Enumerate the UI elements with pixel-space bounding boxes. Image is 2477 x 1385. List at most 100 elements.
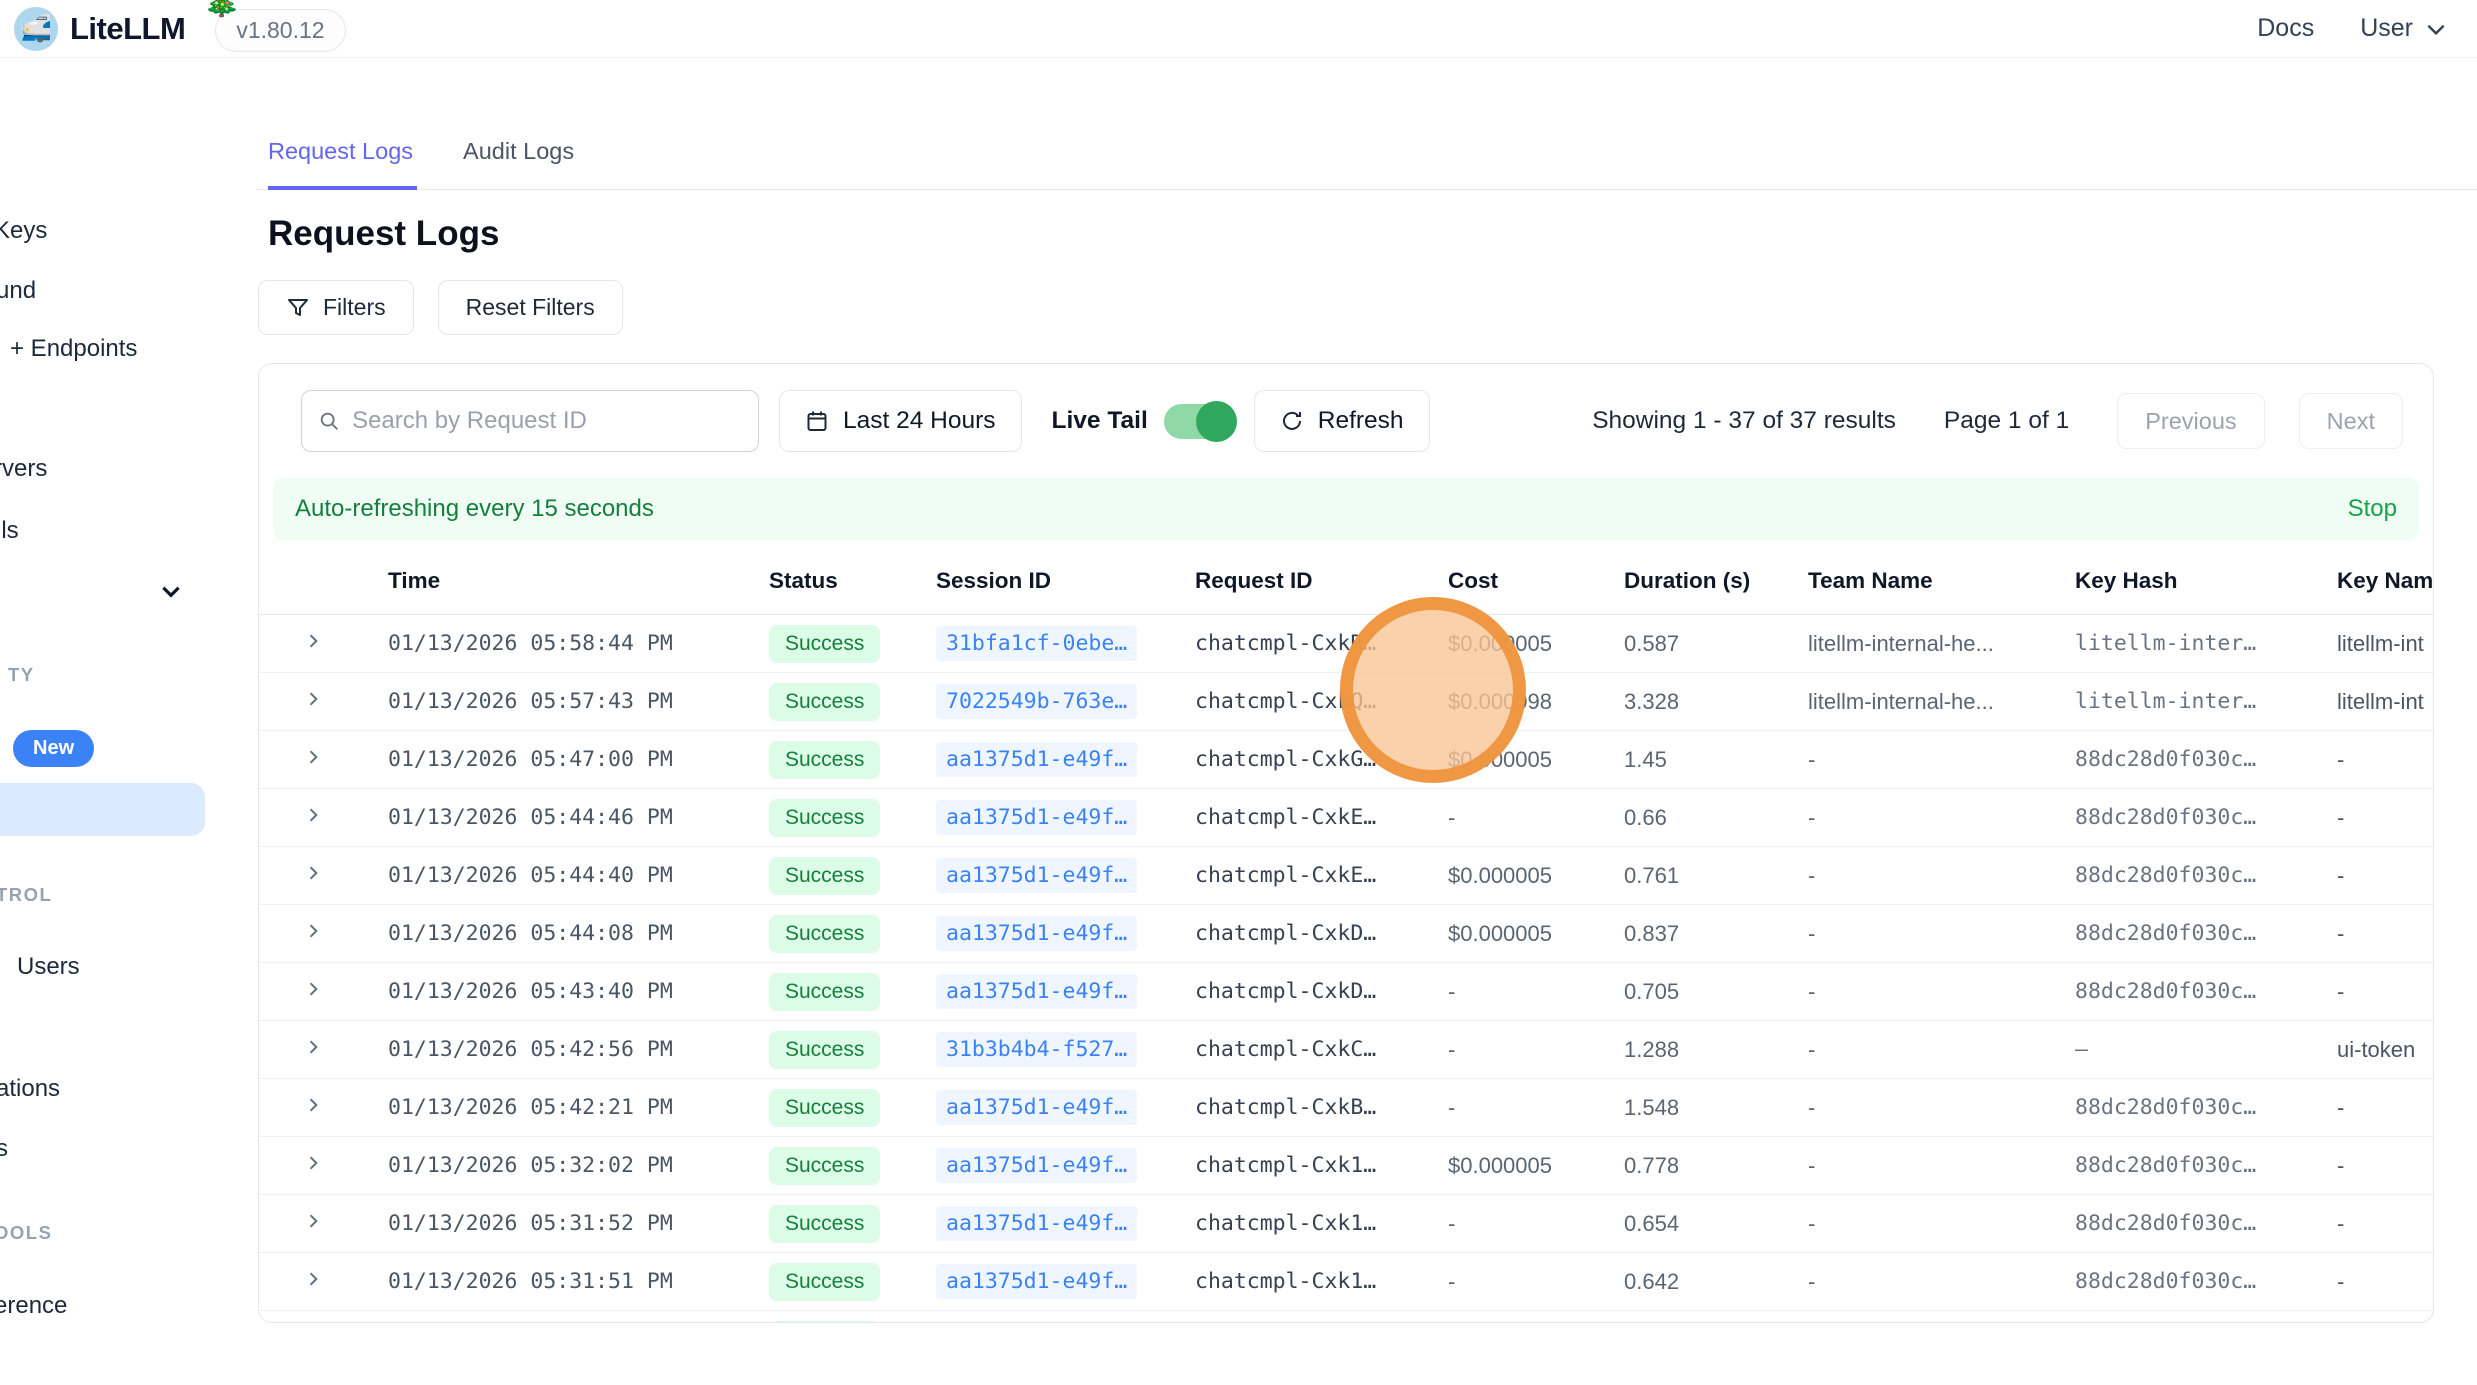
user-menu[interactable]: User: [2360, 14, 2449, 43]
session-id-link[interactable]: aa1375d1-e49f…: [936, 1264, 1137, 1299]
sidebar-item-keys[interactable]: Keys: [0, 217, 47, 245]
row-expand-chevron-icon[interactable]: [303, 1269, 323, 1289]
sidebar-item-api-reference[interactable]: erence: [0, 1292, 67, 1320]
cell-request-id: chatcmpl-Cxk1…: [1195, 1195, 1448, 1253]
session-id-link[interactable]: aa1375d1-e49f…: [936, 1206, 1137, 1241]
cell-status: Success: [769, 731, 936, 789]
main-content: Request Logs Audit Logs Request Logs Fil…: [256, 58, 2477, 1385]
col-key-name: Key Name: [2337, 562, 2434, 615]
litellm-admin-page: 🚅 LiteLLM 🎄 v1.80.12 Docs User Keys und …: [0, 0, 2477, 1385]
table-row[interactable]: 01/13/2026 05:42:56 PM Success 31b3b4b4-…: [259, 1021, 2434, 1079]
table-row[interactable]: 01/13/2026 05:44:46 PM Success aa1375d1-…: [259, 789, 2434, 847]
tab-request-logs[interactable]: Request Logs: [268, 138, 417, 190]
sidebar-item-endpoints[interactable]: + Endpoints: [10, 335, 137, 363]
sidebar-item-servers[interactable]: rvers: [0, 455, 47, 483]
table-row[interactable]: 01/13/2026 05:44:08 PM Success aa1375d1-…: [259, 905, 2434, 963]
cell-duration: 0.654: [1624, 1195, 1808, 1253]
table-row[interactable]: 01/13/2026 05:32:02 PM Success aa1375d1-…: [259, 1137, 2434, 1195]
previous-page-button[interactable]: Previous: [2117, 393, 2264, 449]
tabbar: Request Logs Audit Logs: [256, 138, 2477, 190]
row-expand-chevron-icon[interactable]: [303, 921, 323, 941]
cell-request-id: chatcmpl-CxkD…: [1195, 905, 1448, 963]
cell-request-id: chatcmpl-CxkG…: [1195, 731, 1448, 789]
filters-button-label: Filters: [323, 294, 386, 321]
table-row[interactable]: 01/13/2026 05:43:40 PM Success aa1375d1-…: [259, 963, 2434, 1021]
stop-auto-refresh-link[interactable]: Stop: [2348, 495, 2397, 523]
row-expand-chevron-icon[interactable]: [303, 689, 323, 709]
cell-team-name: -: [1808, 1021, 2075, 1079]
session-id-link[interactable]: aa1375d1-e49f…: [936, 742, 1137, 777]
cell-request-id: chatcmpl-CxkD…: [1195, 963, 1448, 1021]
cell-request-id: chatcmpl-CxkR…: [1195, 615, 1448, 673]
session-id-link[interactable]: 7022549b-763e…: [936, 684, 1137, 719]
table-row[interactable]: 01/13/2026 05:31:51 PM Success aa1375d1-…: [259, 1253, 2434, 1311]
row-expand-chevron-icon[interactable]: [303, 1153, 323, 1173]
cell-status: Success: [769, 1195, 936, 1253]
next-page-button[interactable]: Next: [2299, 393, 2403, 449]
session-id-link[interactable]: 31bfa1cf-0ebe…: [936, 626, 1137, 661]
table-row[interactable]: 01/13/2026 05:42:21 PM Success aa1375d1-…: [259, 1079, 2434, 1137]
sidebar-item-playground[interactable]: und: [0, 277, 36, 305]
cell-request-id: chatcmpl-Cxk1…: [1195, 1137, 1448, 1195]
session-id-link[interactable]: aa1375d1-e49f…: [936, 1322, 1137, 1323]
sidebar-item-teams[interactable]: s: [0, 1135, 8, 1163]
row-expand-chevron-icon[interactable]: [303, 1037, 323, 1057]
sidebar-item-users[interactable]: Users: [17, 953, 80, 981]
refresh-label: Refresh: [1318, 407, 1404, 435]
logs-toolbar: Last 24 Hours Live Tail Refresh Showing …: [259, 364, 2433, 478]
cell-cost: -: [1448, 1195, 1624, 1253]
status-badge: Success: [769, 857, 880, 895]
brand-title: LiteLLM: [70, 11, 185, 47]
cell-cost: $0.000005: [1448, 1137, 1624, 1195]
sidebar-collapse-chevron-icon[interactable]: [158, 578, 184, 604]
row-expand-chevron-icon[interactable]: [303, 631, 323, 651]
status-badge: Success: [769, 1263, 880, 1301]
col-time: Time: [388, 562, 769, 615]
session-id-link[interactable]: aa1375d1-e49f…: [936, 974, 1137, 1009]
table-row[interactable]: 01/13/2026 05:57:43 PM Success 7022549b-…: [259, 673, 2434, 731]
time-range-button[interactable]: Last 24 Hours: [779, 390, 1022, 452]
cell-duration: 0.647: [1624, 1311, 1808, 1324]
table-row[interactable]: 01/13/2026 05:31:52 PM Success aa1375d1-…: [259, 1195, 2434, 1253]
tab-audit-logs[interactable]: Audit Logs: [463, 138, 578, 189]
session-id-link[interactable]: 31b3b4b4-f527…: [936, 1032, 1137, 1067]
page-title: Request Logs: [268, 214, 2477, 254]
sidebar-item-organizations[interactable]: ations: [0, 1075, 60, 1103]
row-expand-chevron-icon[interactable]: [303, 863, 323, 883]
search-input[interactable]: [352, 407, 742, 435]
status-badge: Success: [769, 1089, 880, 1127]
table-row[interactable]: 01/13/2026 05:44:40 PM Success aa1375d1-…: [259, 847, 2434, 905]
sidebar-item-guardrails[interactable]: ils: [0, 517, 19, 545]
table-header-row: Time Status Session ID Request ID Cost D…: [259, 562, 2434, 615]
cell-request-id: chatcmpl-Cxk1…: [1195, 1311, 1448, 1324]
cell-team-name: litellm-internal-he...: [1808, 673, 2075, 731]
cell-key-name: litellm-int: [2337, 673, 2434, 731]
status-badge: Success: [769, 1147, 880, 1185]
table-row[interactable]: 01/13/2026 05:47:00 PM Success aa1375d1-…: [259, 731, 2434, 789]
tree-emoji-icon: 🎄: [203, 0, 240, 19]
row-expand-chevron-icon[interactable]: [303, 1095, 323, 1115]
reset-filters-button[interactable]: Reset Filters: [438, 280, 623, 335]
new-badge: New: [13, 730, 94, 767]
docs-link[interactable]: Docs: [2257, 14, 2314, 43]
session-id-link[interactable]: aa1375d1-e49f…: [936, 916, 1137, 951]
row-expand-chevron-icon[interactable]: [303, 805, 323, 825]
cell-session-id: aa1375d1-e49f…: [936, 1311, 1195, 1324]
table-row[interactable]: 01/13/2026 05:58:44 PM Success 31bfa1cf-…: [259, 615, 2434, 673]
table-row[interactable]: 01/13/2026 05:31:38 PM Success aa1375d1-…: [259, 1311, 2434, 1324]
sidebar-active-item-highlight[interactable]: [0, 783, 205, 836]
session-id-link[interactable]: aa1375d1-e49f…: [936, 800, 1137, 835]
refresh-button[interactable]: Refresh: [1254, 390, 1430, 452]
status-badge: Success: [769, 1321, 880, 1324]
filters-button[interactable]: Filters: [258, 280, 414, 335]
session-id-link[interactable]: aa1375d1-e49f…: [936, 1090, 1137, 1125]
row-expand-chevron-icon[interactable]: [303, 979, 323, 999]
row-expand-chevron-icon[interactable]: [303, 747, 323, 767]
cell-cost: $0.000098: [1448, 673, 1624, 731]
session-id-link[interactable]: aa1375d1-e49f…: [936, 858, 1137, 893]
sidebar: Keys und + Endpoints rvers ils TY New TR…: [0, 58, 256, 1385]
cell-status: Success: [769, 847, 936, 905]
live-tail-toggle[interactable]: [1164, 404, 1234, 439]
row-expand-chevron-icon[interactable]: [303, 1211, 323, 1231]
session-id-link[interactable]: aa1375d1-e49f…: [936, 1148, 1137, 1183]
